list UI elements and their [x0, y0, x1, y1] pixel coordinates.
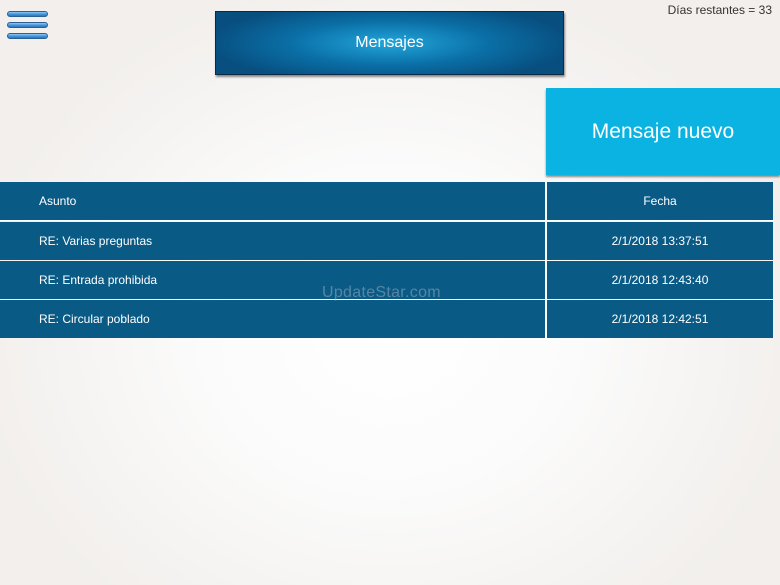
column-header-subject[interactable]: Asunto — [0, 182, 545, 220]
page-title: Mensajes — [355, 34, 424, 51]
message-subject[interactable]: RE: Entrada prohibida — [0, 261, 545, 299]
days-remaining-label: Días restantes = 33 — [667, 3, 772, 17]
new-message-label: Mensaje nuevo — [591, 119, 735, 143]
message-subject[interactable]: RE: Circular poblado — [0, 300, 545, 338]
menu-bar-top — [7, 11, 48, 17]
messages-table: Asunto Fecha RE: Varias preguntas 2/1/20… — [0, 182, 774, 339]
message-date[interactable]: 2/1/2018 13:37:51 — [547, 222, 773, 260]
message-date[interactable]: 2/1/2018 12:42:51 — [547, 300, 773, 338]
table-header-row: Asunto Fecha — [0, 182, 774, 221]
message-date[interactable]: 2/1/2018 12:43:40 — [547, 261, 773, 299]
column-header-date[interactable]: Fecha — [547, 182, 773, 220]
hamburger-menu-icon[interactable] — [6, 10, 50, 42]
message-subject[interactable]: RE: Varias preguntas — [0, 222, 545, 260]
table-row[interactable]: RE: Varias preguntas 2/1/2018 13:37:51 — [0, 222, 774, 260]
menu-bar-bottom — [7, 33, 48, 39]
page-title-box: Mensajes — [215, 11, 564, 75]
table-row[interactable]: RE: Circular poblado 2/1/2018 12:42:51 — [0, 300, 774, 338]
menu-bar-middle — [7, 22, 48, 28]
table-row[interactable]: RE: Entrada prohibida 2/1/2018 12:43:40 — [0, 261, 774, 299]
new-message-button[interactable]: Mensaje nuevo — [546, 88, 780, 175]
